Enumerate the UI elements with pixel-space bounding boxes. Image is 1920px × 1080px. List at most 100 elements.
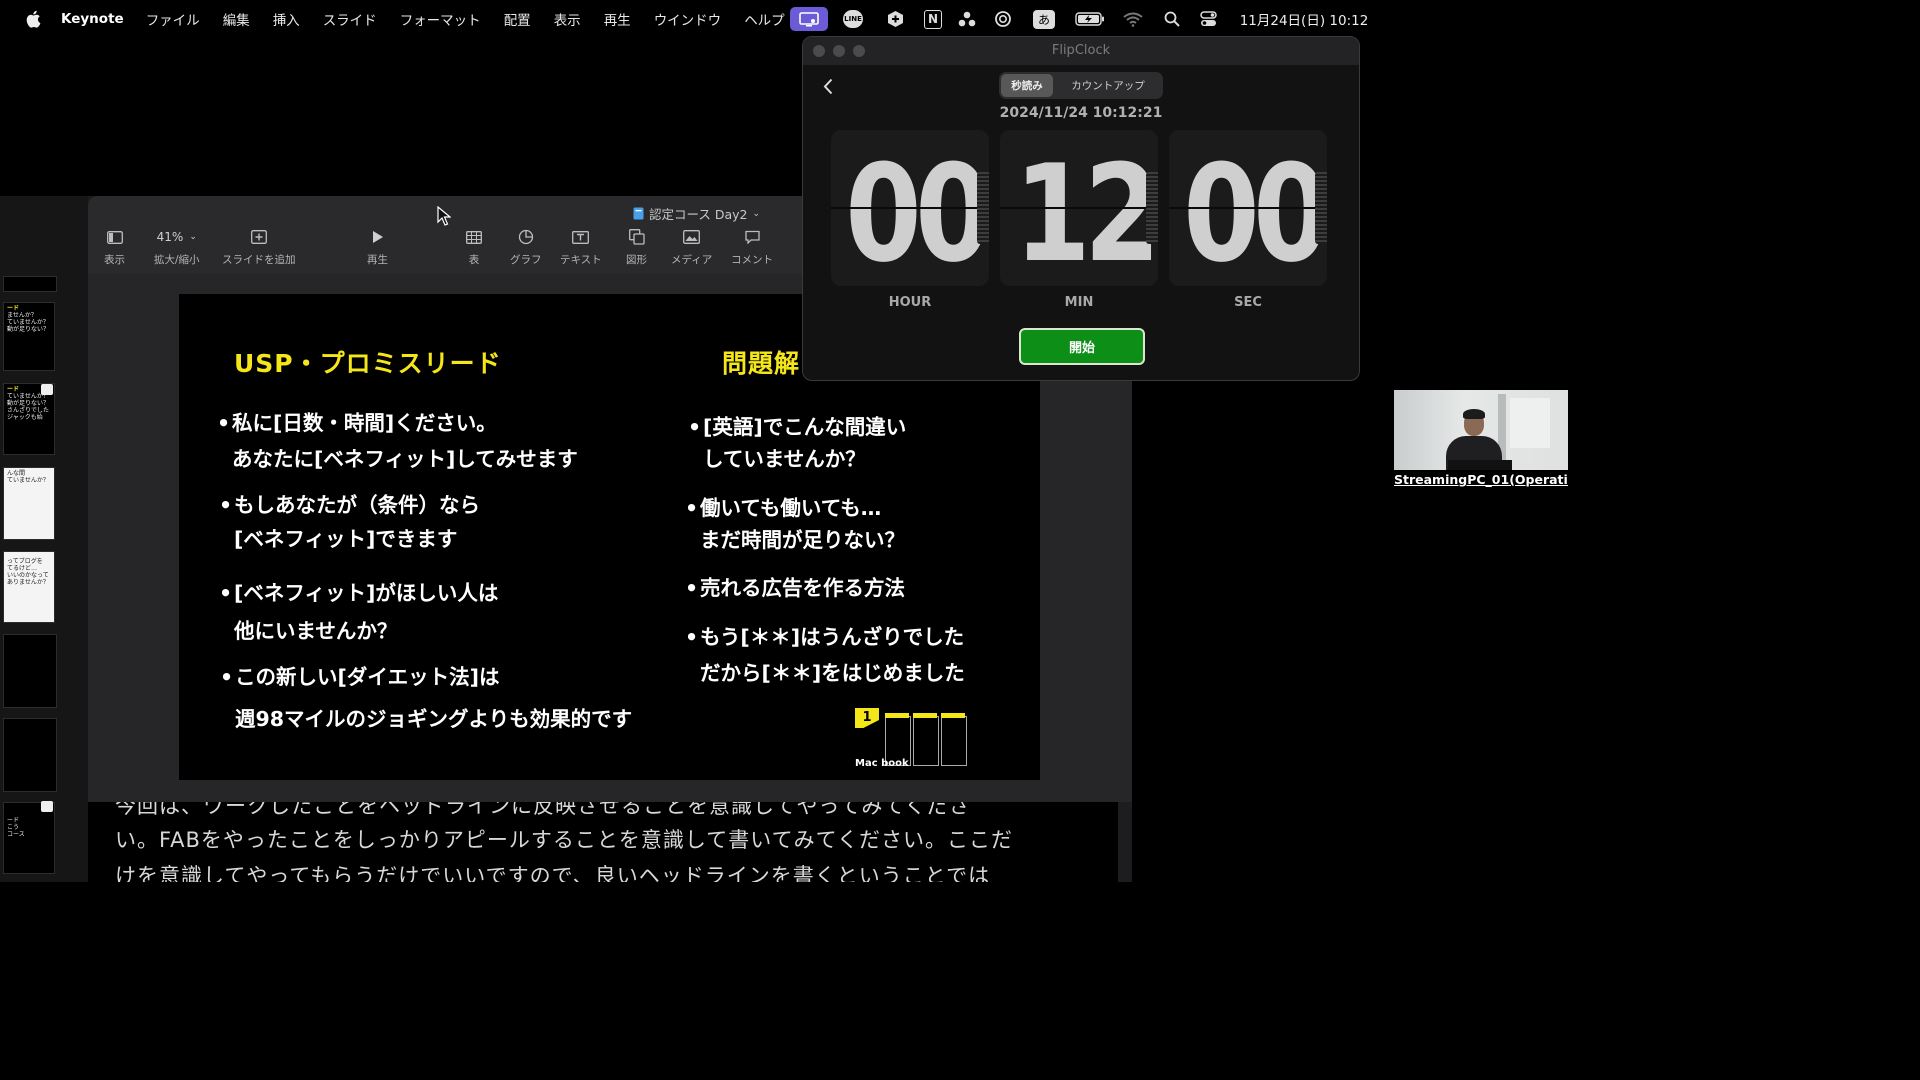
slide-thumbnail[interactable]: [3, 634, 57, 708]
shape-button[interactable]: 図形: [626, 228, 647, 267]
chart-label: グラフ: [510, 254, 542, 266]
min-card[interactable]: 12: [1000, 130, 1158, 286]
document-title[interactable]: 認定コース Day2 ⌄: [633, 204, 760, 223]
thumb-text: んな間: [7, 470, 26, 477]
thumb-text: てるけど…: [7, 565, 38, 572]
menu-arrange[interactable]: 配置: [504, 9, 531, 29]
menu-window[interactable]: ウインドウ: [654, 9, 722, 29]
menubar-clock[interactable]: 11月24日(日) 10:12: [1234, 0, 1374, 38]
thumb-text: いいのかなって: [7, 572, 49, 579]
view-button[interactable]: 表示: [104, 228, 125, 267]
tab-countdown[interactable]: 秒読み: [1001, 74, 1053, 97]
slide-thumbnail[interactable]: ってブログを てるけど… いいのかなって ありませんか？: [3, 551, 55, 623]
current-datetime: 2024/11/24 10:12:21: [999, 105, 1163, 121]
comment-icon[interactable]: [41, 801, 53, 812]
table-label: 表: [468, 254, 480, 266]
start-button[interactable]: 開始: [1019, 328, 1145, 365]
extension-icon[interactable]: [885, 0, 905, 38]
document-icon: [633, 207, 644, 220]
play-button[interactable]: 再生: [367, 228, 388, 267]
number-badge: 1: [855, 708, 879, 728]
media-label: メディア: [671, 254, 713, 266]
play-label: 再生: [367, 254, 388, 266]
spotlight-search-icon[interactable]: [1162, 0, 1182, 38]
thumb-text: こう: [7, 824, 20, 831]
thumb-text: コース: [7, 831, 25, 838]
thumb-text: ていませんか？: [7, 319, 49, 326]
menu-edit[interactable]: 編集: [223, 9, 250, 29]
app-menu-keynote[interactable]: Keynote: [61, 11, 124, 27]
tab-countup[interactable]: カウントアップ: [1053, 78, 1163, 93]
menu-format[interactable]: フォーマット: [400, 9, 481, 29]
thumb-text: ード: [7, 305, 20, 312]
flipclock-window: FlipClock 秒読み カウントアップ 2024/11/24 10:12:2…: [802, 36, 1360, 381]
min-label: MIN: [1064, 295, 1094, 310]
thumb-text: ジャックも始: [7, 414, 43, 421]
menu-slide[interactable]: スライド: [323, 9, 377, 29]
menu-insert[interactable]: 挿入: [273, 9, 300, 29]
notion-icon[interactable]: N: [923, 0, 943, 38]
slide-bullet: • [英語]でこんな間違い していませんか？: [688, 415, 907, 471]
menu-view[interactable]: 表示: [554, 9, 581, 29]
control-center-icon[interactable]: [1198, 0, 1218, 38]
slide-thumbnail[interactable]: んな間 ていませんか？: [3, 467, 55, 540]
flipclock-title: FlipClock: [1051, 43, 1111, 58]
thumb-text: ありませんか？: [7, 579, 49, 586]
shape-icon: [628, 228, 645, 246]
hour-card[interactable]: 00: [831, 130, 989, 286]
mouse-cursor-icon: [437, 206, 451, 226]
comment-button[interactable]: コメント: [731, 228, 773, 267]
flipclock-titlebar[interactable]: FlipClock: [803, 37, 1359, 65]
slide-thumbnail[interactable]: ード こう コース: [3, 802, 55, 874]
notes-line: 今回は、ワークしたことをヘッドラインに反映させることを意識してやってみてくださ: [115, 802, 971, 818]
comment-label: コメント: [731, 254, 773, 266]
person-hair: [1463, 409, 1485, 419]
openai-icon[interactable]: [993, 0, 1013, 38]
sec-card[interactable]: 00: [1169, 130, 1327, 286]
slide-navigator[interactable]: ード ませんか？ ていませんか？ 動が足りない？ ード ていませんか？ 動が足り…: [0, 196, 88, 882]
line-icon[interactable]: LINE: [842, 0, 864, 38]
slide-bullet: • この新しい[ダイエット法]は 週98マイルのジョギングよりも効果的です: [220, 665, 633, 731]
zoom-button[interactable]: 41% ⌄ 拡大/縮小: [154, 228, 200, 267]
min-digits: 12: [1014, 136, 1158, 286]
slide-bullet: • 私に[日数・時間]ください。 あなたに[ベネフィット]してみせます: [217, 411, 578, 471]
slide-thumbnail[interactable]: [3, 718, 57, 792]
wifi-icon[interactable]: [1122, 0, 1144, 38]
mode-segmented-control[interactable]: 秒読み カウントアップ: [999, 72, 1163, 99]
shape-label: 図形: [626, 254, 647, 266]
notes-line: い。FABをやったことをしっかりアピールすることを意識して書いてみてください。こ…: [115, 828, 1014, 852]
notes-line: けを意識してやってもらうだけでいいですので、良いヘッドラインを書くということでは: [115, 864, 991, 882]
thumb-text: ってブログを: [7, 558, 43, 565]
media-button[interactable]: メディア: [671, 228, 712, 267]
input-method-icon[interactable]: あ: [1032, 0, 1056, 38]
add-slide-button[interactable]: スライドを追加: [222, 228, 296, 267]
thumb-text: 動が足りない？: [7, 400, 50, 407]
slide-bullet: • もしあなたが（条件）なら [ベネフィット]できます: [219, 493, 480, 551]
slide-thumbnail[interactable]: [3, 276, 57, 292]
slide-bullet: • [ベネフィット]がほしい人は 他にいませんか？: [219, 581, 499, 643]
comment-icon[interactable]: [41, 384, 53, 395]
dots-icon[interactable]: [957, 0, 977, 38]
apple-menu-icon[interactable]: [25, 10, 41, 28]
hour-label: HOUR: [888, 295, 932, 310]
chart-button[interactable]: グラフ: [510, 228, 542, 267]
battery-icon[interactable]: [1074, 0, 1106, 38]
menu-file[interactable]: ファイル: [146, 9, 200, 29]
slide-thumbnail[interactable]: ード ませんか？ ていませんか？ 動が足りない？: [3, 302, 55, 371]
thumb-text: ード: [7, 817, 20, 824]
menu-play[interactable]: 再生: [604, 9, 631, 29]
back-icon[interactable]: [823, 78, 833, 95]
text-button[interactable]: テキスト: [560, 228, 602, 267]
hour-digits: 00: [845, 136, 989, 286]
table-button[interactable]: 表: [466, 228, 482, 267]
view-label: 表示: [104, 254, 125, 266]
comment-icon: [744, 228, 760, 246]
presenter-notes[interactable]: 今回は、ワークしたことをヘッドラインに反映させることを意識してやってみてくださ …: [88, 802, 1118, 882]
menu-help[interactable]: ヘルプ: [744, 9, 785, 29]
slide-heading-right: 問題解: [722, 349, 801, 378]
sec-label: SEC: [1234, 295, 1262, 310]
text-icon: [572, 228, 590, 246]
participant-video[interactable]: [1394, 390, 1568, 470]
screen-share-icon[interactable]: [789, 0, 829, 38]
sidebar-icon: [106, 228, 123, 246]
